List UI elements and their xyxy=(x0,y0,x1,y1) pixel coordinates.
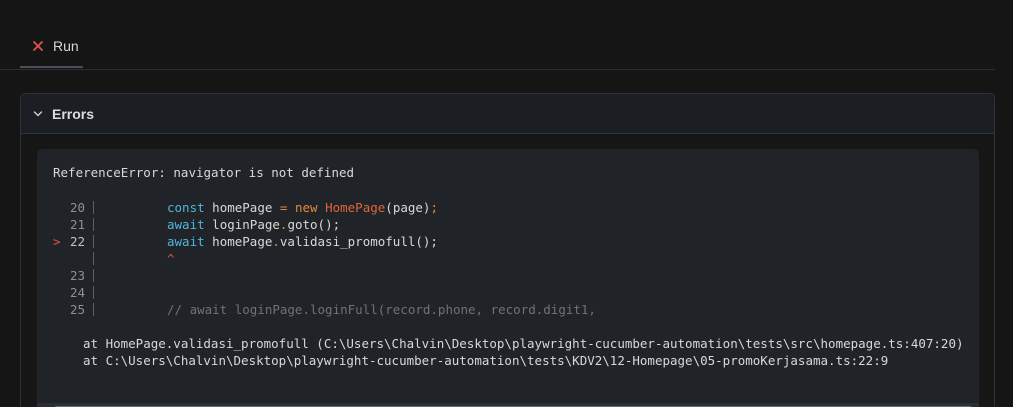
chevron-down-icon[interactable] xyxy=(32,108,44,120)
line-number: 25 xyxy=(69,302,85,317)
code-token: // await loginPage.loginFull(record.phon… xyxy=(167,302,596,317)
code-text: ^ xyxy=(167,250,175,267)
horizontal-scrollbar[interactable]: ◀ ▶ xyxy=(37,403,979,407)
code-line: 24 xyxy=(37,284,979,301)
close-icon xyxy=(33,41,43,51)
code-line: 25 // await loginPage.loginFull(record.ph… xyxy=(37,301,979,318)
stack-trace: at HomePage.validasi_promofull (C:\Users… xyxy=(83,335,964,369)
tab-bar: Run xyxy=(0,0,995,70)
error-message: ReferenceError: navigator is not defined xyxy=(53,165,355,180)
errors-panel-header[interactable]: Errors xyxy=(21,94,994,134)
line-number: 22 xyxy=(69,234,85,249)
code-token: ^ xyxy=(167,251,175,266)
run-report-page: Run Errors ReferenceError: navigator is … xyxy=(0,0,1013,407)
gutter-divider xyxy=(93,303,94,316)
stack-frame: at C:\Users\Chalvin\Desktop\playwright-c… xyxy=(83,353,889,368)
code-line: 23 xyxy=(37,267,979,284)
line-number: 21 xyxy=(69,217,85,232)
line-number: 20 xyxy=(69,200,85,215)
code-line: 21 await loginPage.goto(); xyxy=(37,216,979,233)
code-line: >22 await homePage.validasi_promofull(); xyxy=(37,233,979,250)
gutter-divider xyxy=(93,286,94,299)
code-token: (page) xyxy=(385,200,431,215)
code-token: loginPage xyxy=(204,217,280,232)
code-token: validasi_promofull(); xyxy=(279,234,438,249)
code-line: ^ xyxy=(37,250,979,267)
gutter-divider xyxy=(93,252,94,265)
code-token: await xyxy=(167,217,205,232)
code-text: // await loginPage.loginFull(record.phon… xyxy=(167,301,596,318)
code-text: await homePage.validasi_promofull(); xyxy=(167,233,438,250)
stack-frame: at HomePage.validasi_promofull (C:\Users… xyxy=(83,336,964,351)
scroll-right-icon[interactable]: ▶ xyxy=(963,403,977,407)
code-token: ; xyxy=(430,200,438,215)
code-token: homePage xyxy=(204,200,280,215)
tab-run[interactable]: Run xyxy=(20,28,83,68)
code-text: await loginPage.goto(); xyxy=(167,216,340,233)
scroll-left-icon[interactable]: ◀ xyxy=(39,403,53,407)
code-token: HomePage xyxy=(325,200,386,215)
line-number: 24 xyxy=(69,285,85,300)
code-text: const homePage = new HomePage(page); xyxy=(167,199,438,216)
errors-panel-title: Errors xyxy=(52,105,95,122)
code-token: homePage xyxy=(204,234,273,249)
code-line: 20 const homePage = new HomePage(page); xyxy=(37,199,979,216)
error-details: ReferenceError: navigator is not defined… xyxy=(37,149,979,407)
gutter-divider xyxy=(93,201,94,214)
errors-panel: Errors ReferenceError: navigator is not … xyxy=(20,93,995,407)
gutter-divider xyxy=(93,235,94,248)
code-token: const xyxy=(167,200,205,215)
gutter-divider xyxy=(93,218,94,231)
tab-run-label: Run xyxy=(53,38,79,54)
error-line-pointer: > xyxy=(53,234,61,249)
line-number: 23 xyxy=(69,268,85,283)
code-token: await xyxy=(167,234,205,249)
code-token: new xyxy=(294,200,318,215)
code-token: . xyxy=(272,234,280,249)
code-token: goto(); xyxy=(287,217,341,232)
gutter-divider xyxy=(93,269,94,282)
